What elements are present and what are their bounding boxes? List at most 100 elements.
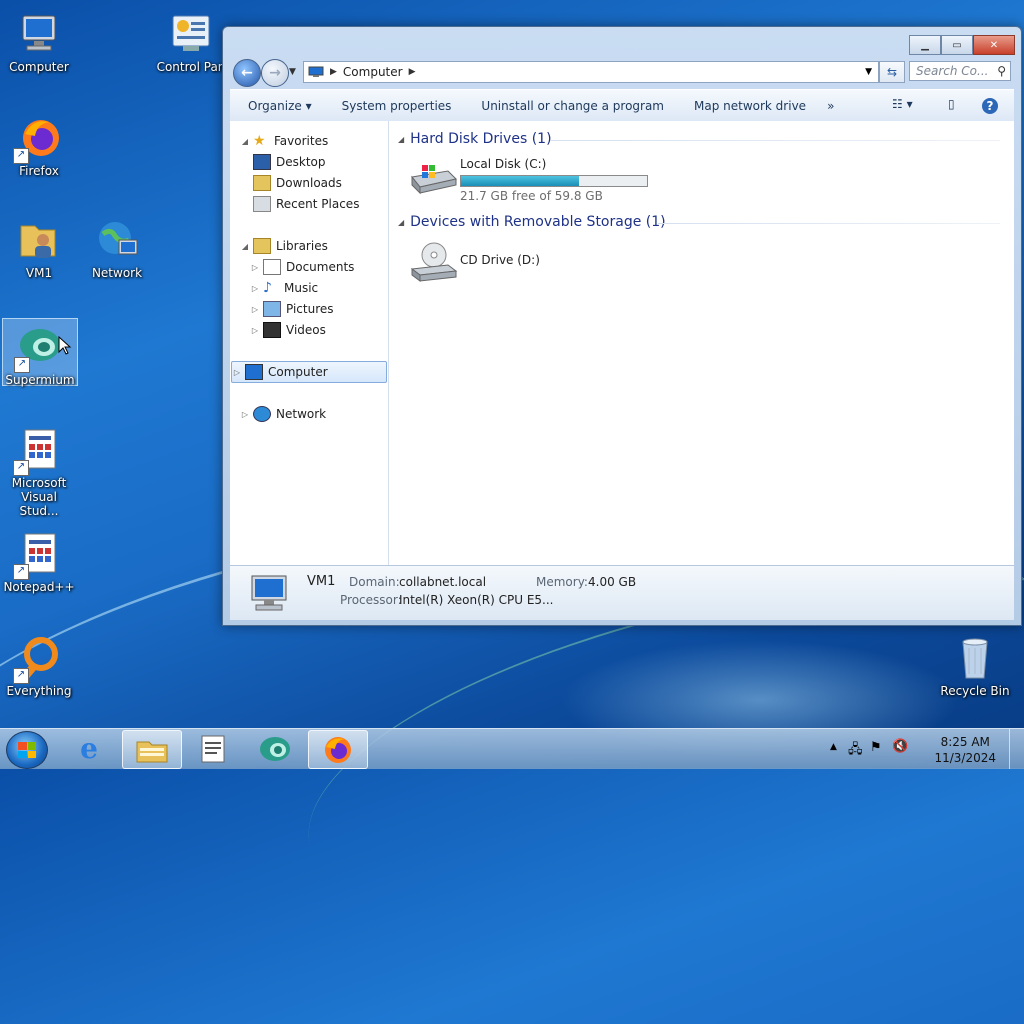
taskbar-internet-explorer[interactable]: e (60, 730, 118, 767)
expand-icon[interactable]: ▷ (232, 368, 242, 377)
map-network-drive-button[interactable]: Map network drive (679, 99, 821, 113)
group-hard-disk-drives[interactable]: ◢ Hard Disk Drives (1) (398, 131, 552, 147)
disk-usage-bar (460, 175, 648, 187)
file-explorer-icon (136, 741, 168, 762)
group-removable-storage[interactable]: ◢ Devices with Removable Storage (1) (398, 214, 666, 230)
nav-item-computer[interactable]: ▷ Computer (231, 361, 387, 383)
drive-cd-d[interactable]: CD Drive (D:) (408, 241, 608, 289)
help-icon[interactable]: ? (982, 98, 998, 114)
desktop-icon-label: Microsoft Visual Stud... (11, 476, 67, 518)
nav-item-downloads[interactable]: Downloads (250, 173, 342, 193)
breadcrumb-chevron-icon[interactable]: ▶ (330, 67, 337, 77)
pictures-icon (263, 301, 281, 317)
nav-label: Music (284, 281, 319, 295)
show-desktop-button[interactable] (1009, 729, 1024, 769)
preview-pane-icon[interactable]: ▯ (948, 97, 955, 111)
nav-item-pictures[interactable]: ▷ Pictures (250, 299, 334, 319)
organize-button[interactable]: Organize ▾ (230, 99, 327, 113)
supermium-icon: ↗ (14, 323, 64, 373)
nav-item-desktop[interactable]: Desktop (250, 152, 326, 172)
nav-label: Favorites (274, 134, 329, 148)
expand-icon[interactable]: ▷ (250, 263, 260, 272)
desktop-icon-label: Supermium (5, 373, 75, 387)
system-tray: ▲ 🖧 ⚑ 🔇 8:25 AM 11/3/2024 (824, 729, 1024, 769)
action-center-flag-icon[interactable]: ⚑ (870, 740, 882, 755)
firefox-icon: ↗ (13, 114, 63, 164)
desktop-icon-label: Firefox (19, 164, 59, 178)
minimize-button[interactable]: ▁ (909, 35, 941, 55)
nav-label: Network (276, 407, 327, 421)
desktop-icon-vm1[interactable]: VM1 (0, 212, 78, 280)
clock[interactable]: 8:25 AM 11/3/2024 (934, 734, 996, 766)
visual-studio-icon: ↗ (13, 426, 63, 476)
drive-local-disk-c[interactable]: Local Disk (C:) 21.7 GB free of 59.8 GB (408, 157, 658, 205)
collapse-icon[interactable]: ◢ (398, 135, 404, 144)
expand-icon[interactable]: ▷ (250, 305, 260, 314)
change-view-icon[interactable]: ☷ ▾ (892, 97, 913, 111)
nav-label: Documents (286, 260, 355, 274)
main-pane: ◢ ★ Favorites Desktop Downloads Recent P… (230, 121, 1014, 565)
refresh-button[interactable]: ⇆ (879, 61, 905, 83)
back-button[interactable]: ← (233, 59, 261, 87)
desktop-icon-label: Everything (6, 684, 72, 698)
start-button[interactable] (6, 731, 48, 769)
desktop-icon-network[interactable]: Network (78, 212, 156, 280)
nav-item-videos[interactable]: ▷ Videos (250, 320, 326, 340)
breadcrumb-computer[interactable]: Computer (343, 65, 403, 79)
network-icon (93, 216, 141, 264)
nav-label: Videos (286, 323, 326, 337)
desktop-icon-recycle-bin[interactable]: Recycle Bin (936, 630, 1014, 698)
nav-label: Downloads (276, 176, 342, 190)
address-dropdown-icon[interactable]: ▼ (865, 67, 872, 77)
forward-button[interactable]: → (261, 59, 289, 87)
nav-item-music[interactable]: ▷ ♪ Music (250, 278, 318, 298)
nav-item-favorites[interactable]: ◢ ★ Favorites (240, 131, 328, 151)
collapse-icon[interactable]: ◢ (240, 242, 250, 251)
nav-item-network[interactable]: ▷ Network (240, 404, 326, 424)
system-properties-button[interactable]: System properties (327, 99, 467, 113)
desktop-icon-everything[interactable]: ↗ Everything (0, 630, 78, 698)
network-tray-icon[interactable]: 🖧 (848, 740, 863, 762)
breadcrumb-chevron-icon[interactable]: ▶ (409, 67, 416, 77)
nav-label: Pictures (286, 302, 334, 316)
desktop-icon-computer[interactable]: Computer (0, 6, 78, 74)
explorer-window: ▁ ▭ ✕ ← → ▼ ▶ Computer ▶ ▼ ⇆ Search Co..… (222, 26, 1022, 626)
close-button[interactable]: ✕ (973, 35, 1015, 55)
taskbar-notepad[interactable] (184, 730, 242, 767)
desktop-icon-label: Computer (9, 60, 69, 74)
taskbar-file-explorer[interactable] (122, 730, 182, 769)
recent-pages-dropdown[interactable]: ▼ (289, 67, 296, 77)
shortcut-arrow-icon: ↗ (14, 357, 30, 373)
more-commands-button[interactable]: » (821, 99, 849, 113)
search-input[interactable]: Search Co... ⚲ (909, 61, 1011, 81)
show-hidden-icons-button[interactable]: ▲ (830, 742, 837, 752)
desktop-icon-control-panel[interactable]: Control Pan (156, 6, 226, 74)
volume-muted-icon[interactable]: 🔇 (892, 739, 908, 754)
desktop-icon-firefox[interactable]: ↗ Firefox (0, 110, 78, 178)
computer-name: VM1 (307, 574, 336, 589)
expand-icon[interactable]: ▷ (240, 410, 250, 419)
collapse-icon[interactable]: ◢ (398, 218, 404, 227)
nav-item-documents[interactable]: ▷ Documents (250, 257, 354, 277)
taskbar-firefox[interactable] (308, 730, 368, 769)
maximize-button[interactable]: ▭ (941, 35, 973, 55)
user-folder-icon (15, 216, 63, 264)
details-pane: VM1 Domain: collabnet.local Memory: 4.00… (230, 565, 1014, 620)
taskbar-supermium[interactable] (246, 730, 304, 767)
address-bar[interactable]: ▶ Computer ▶ ▼ (303, 61, 879, 83)
nav-item-recent-places[interactable]: Recent Places (250, 194, 359, 214)
desktop-icon-label: Notepad++ (3, 580, 75, 594)
desktop-icon-label: Network (91, 266, 143, 280)
nav-item-libraries[interactable]: ◢ Libraries (240, 236, 328, 256)
expand-icon[interactable]: ▷ (250, 326, 260, 335)
navigation-pane: ◢ ★ Favorites Desktop Downloads Recent P… (230, 121, 389, 565)
firefox-icon (325, 736, 351, 763)
shortcut-arrow-icon: ↗ (13, 668, 29, 684)
expand-icon[interactable]: ▷ (250, 284, 260, 293)
content-area: ◢ Hard Disk Drives (1) Local Disk (C:) 2… (390, 121, 1014, 565)
uninstall-program-button[interactable]: Uninstall or change a program (466, 99, 679, 113)
desktop-icon-visual-studio[interactable]: ↗ Microsoft Visual Stud... (0, 422, 78, 518)
collapse-icon[interactable]: ◢ (240, 137, 250, 146)
desktop-icon-notepadpp[interactable]: ↗ Notepad++ (0, 526, 78, 594)
desktop-icon (253, 154, 271, 170)
